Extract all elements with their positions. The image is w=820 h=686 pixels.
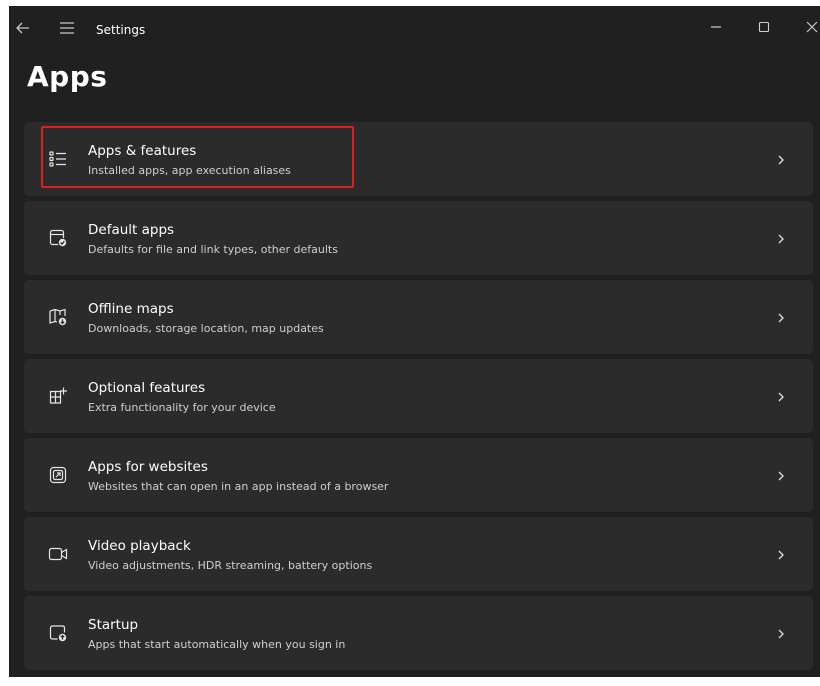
apps-features-item[interactable]: Apps & features Installed apps, app exec… xyxy=(24,122,813,196)
item-title: Video playback xyxy=(88,538,191,554)
chevron-right-icon xyxy=(775,389,787,403)
page-title: Apps xyxy=(27,60,108,93)
item-title: Startup xyxy=(88,617,139,633)
offline-maps-item[interactable]: Offline maps Downloads, storage location… xyxy=(24,280,813,354)
back-arrow-icon xyxy=(16,22,29,34)
chevron-right-icon xyxy=(775,231,787,245)
default-apps-icon xyxy=(48,228,68,248)
minimize-icon xyxy=(711,26,721,28)
settings-window: Settings Apps Apps & features Installed … xyxy=(9,6,820,677)
optional-features-item[interactable]: Optional features Extra functionality fo… xyxy=(24,359,813,433)
hamburger-icon xyxy=(60,22,74,34)
maximize-button[interactable] xyxy=(741,12,787,42)
item-description: Downloads, storage location, map updates xyxy=(88,322,324,335)
video-playback-item[interactable]: Video playback Video adjustments, HDR st… xyxy=(24,517,813,591)
chevron-right-icon xyxy=(775,626,787,640)
startup-item[interactable]: Startup Apps that start automatically wh… xyxy=(24,596,813,670)
title-bar: Settings xyxy=(9,6,820,46)
default-apps-item[interactable]: Default apps Defaults for file and link … xyxy=(24,201,813,275)
chevron-right-icon xyxy=(775,310,787,324)
startup-icon xyxy=(48,623,68,643)
chevron-right-icon xyxy=(775,547,787,561)
item-title: Offline maps xyxy=(88,301,174,317)
chevron-right-icon xyxy=(775,468,787,482)
video-camera-icon xyxy=(48,544,68,564)
navigation-menu-button[interactable] xyxy=(55,16,79,40)
maximize-icon xyxy=(758,21,770,33)
apps-for-websites-icon xyxy=(48,465,68,485)
item-description: Extra functionality for your device xyxy=(88,401,276,414)
close-button[interactable] xyxy=(789,12,820,42)
optional-features-icon xyxy=(48,386,68,406)
item-title: Optional features xyxy=(88,380,206,396)
item-title: Default apps xyxy=(88,222,175,238)
back-button[interactable] xyxy=(11,16,35,40)
close-icon xyxy=(806,21,818,33)
item-description: Apps that start automatically when you s… xyxy=(88,638,346,651)
app-title: Settings xyxy=(96,23,146,37)
item-description: Websites that can open in an app instead… xyxy=(88,480,389,493)
item-title: Apps & features xyxy=(88,143,197,159)
apps-features-list-icon xyxy=(48,149,68,169)
item-description: Video adjustments, HDR streaming, batter… xyxy=(88,559,373,572)
minimize-button[interactable] xyxy=(693,12,739,42)
settings-list: Apps & features Installed apps, app exec… xyxy=(24,122,813,675)
item-description: Installed apps, app execution aliases xyxy=(88,164,291,177)
chevron-right-icon xyxy=(775,152,787,166)
offline-maps-icon xyxy=(48,307,68,327)
apps-for-websites-item[interactable]: Apps for websites Websites that can open… xyxy=(24,438,813,512)
item-description: Defaults for file and link types, other … xyxy=(88,243,338,256)
item-title: Apps for websites xyxy=(88,459,208,475)
